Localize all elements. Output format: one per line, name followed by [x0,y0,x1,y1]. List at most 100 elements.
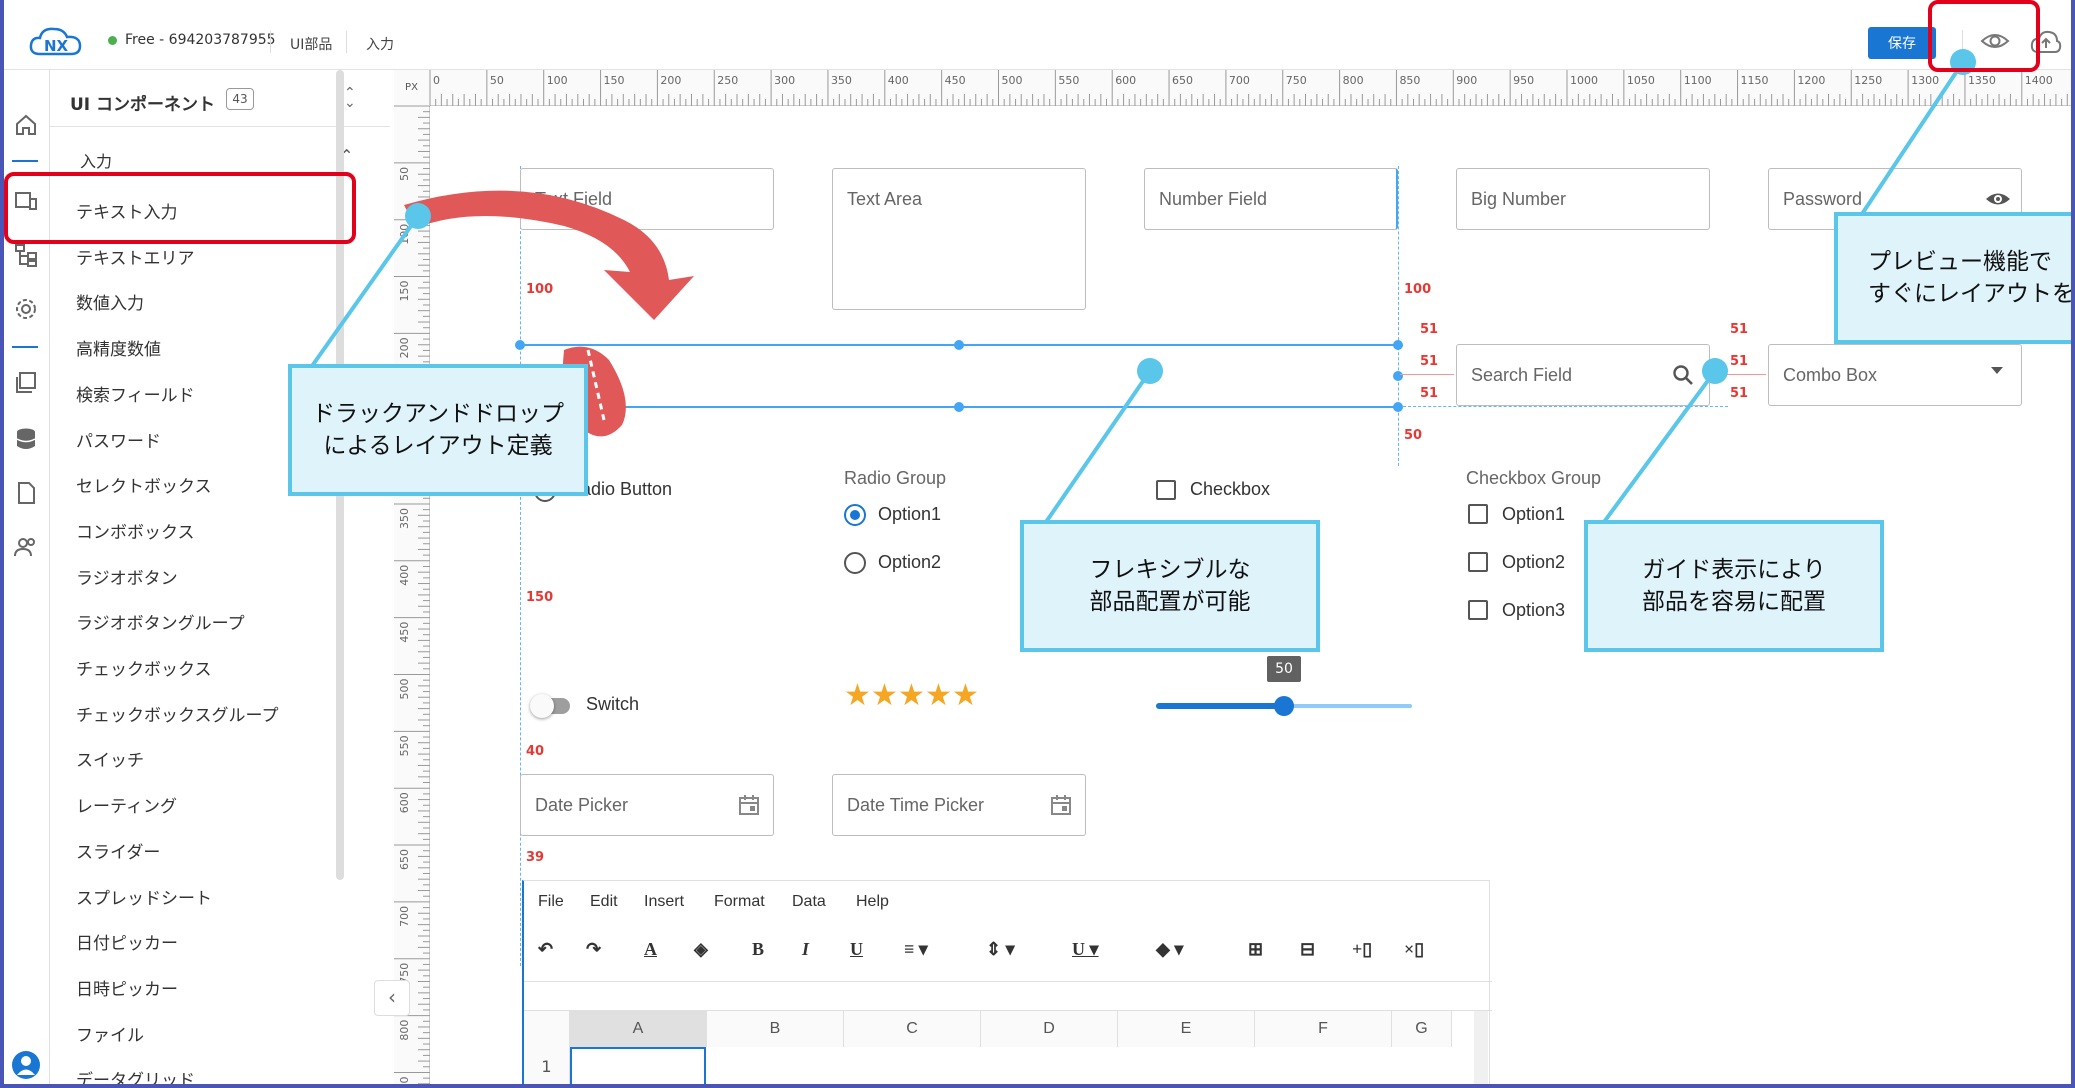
show-password-eye-icon[interactable] [1985,189,2011,209]
dropdown-arrow-icon[interactable] [1991,367,2003,374]
sheet-scrollbar[interactable] [1474,1011,1488,1084]
number-field[interactable]: Number Field [1144,168,1398,230]
radio-option-2[interactable] [844,552,866,574]
checkbox-option-2[interactable] [1468,552,1488,572]
component-item[interactable]: チェックボックスグループ [76,701,278,726]
component-item[interactable]: 日付ピッカー [76,929,178,954]
component-item[interactable]: 数値入力 [76,289,144,314]
vertical-align-icon[interactable]: ⇕ ▾ [986,939,1015,960]
column-header[interactable]: A [570,1011,707,1047]
breadcrumb-ui-parts[interactable]: UI部品 [290,34,332,54]
user-avatar-icon[interactable] [11,1050,41,1080]
component-item[interactable]: スライダー [76,838,160,863]
text-area[interactable]: Text Area [832,168,1086,310]
nx-logo-icon[interactable]: NX [28,24,84,60]
category-input[interactable]: 入力 [80,148,112,172]
select-all-corner[interactable] [524,1011,570,1047]
calendar-icon[interactable] [1049,793,1073,817]
text-color-icon[interactable]: A [644,939,657,960]
undo-icon[interactable]: ↶ [538,939,553,960]
component-item[interactable]: データグリッド [76,1066,195,1084]
redo-icon[interactable]: ↷ [586,939,601,960]
component-item[interactable]: スプレッドシート [76,884,212,909]
star-icon[interactable]: ★ [898,678,925,713]
component-item[interactable]: 高精度数値 [76,335,161,360]
date-picker[interactable]: Date Picker [520,774,774,836]
slider-thumb[interactable] [1274,696,1294,716]
sheet-menu-data[interactable]: Data [792,893,826,911]
calendar-icon[interactable] [737,793,761,817]
home-icon[interactable] [13,112,39,138]
sort-toggle-icon[interactable]: ⌃ ⌄ [344,86,356,110]
checkbox[interactable] [1156,480,1176,500]
spreadsheet[interactable]: File Edit Insert Format Data Help ↶ ↷ A ◈ B I… [522,880,1492,1084]
radio-option-1[interactable] [844,504,866,526]
row-header[interactable]: 1 [524,1047,570,1084]
star-icon[interactable]: ★ [871,678,898,713]
component-item[interactable]: 検索フィールド [76,381,195,406]
component-item[interactable]: チェックボックス [76,655,212,680]
component-item[interactable]: スイッチ [76,746,144,771]
fill-color-icon[interactable]: ◈ [694,939,708,960]
component-item[interactable]: 日時ピッカー [76,975,178,1000]
delete-row-icon[interactable]: ⊟ [1300,939,1315,960]
delete-column-icon[interactable]: ×▯ [1404,939,1424,960]
italic-icon[interactable]: I [802,939,809,960]
big-number-field[interactable]: Big Number [1456,168,1710,230]
checkbox-option-3[interactable] [1468,600,1488,620]
collapse-panel-button[interactable]: ‹ [374,980,410,1016]
resize-handle[interactable] [515,340,525,350]
save-button[interactable]: 保存 [1868,27,1936,59]
column-header[interactable]: F [1255,1011,1392,1047]
resize-handle[interactable] [954,402,964,412]
insert-column-icon[interactable]: +▯ [1352,939,1372,960]
column-header[interactable]: C [844,1011,981,1047]
bold-icon[interactable]: B [752,939,764,960]
component-item[interactable]: テキストエリア [76,244,195,269]
pages-icon[interactable] [13,370,39,396]
resize-handle[interactable] [954,340,964,350]
sheet-menu-edit[interactable]: Edit [590,893,618,911]
resize-handle[interactable] [1393,371,1403,381]
component-item[interactable]: セレクトボックス [76,472,212,497]
switch-thumb[interactable] [530,694,554,718]
rating-stars[interactable]: ★ ★ ★ ★ ★ [844,678,994,714]
sheet-menu-file[interactable]: File [538,893,564,911]
combo-box[interactable]: Combo Box [1768,344,2022,406]
align-icon[interactable]: ≡ ▾ [904,939,928,960]
sheet-menu-insert[interactable]: Insert [644,893,684,911]
tree-icon[interactable] [13,242,39,268]
search-icon[interactable] [1671,363,1695,387]
sheet-menu-format[interactable]: Format [714,893,765,911]
border-icon[interactable]: U ▾ [1072,939,1099,960]
column-header[interactable]: D [981,1011,1118,1047]
column-header[interactable]: G [1392,1011,1452,1047]
column-header[interactable]: E [1118,1011,1255,1047]
formula-bar[interactable] [524,981,1492,1011]
users-icon[interactable] [13,534,39,560]
resize-handle[interactable] [1393,402,1403,412]
date-time-picker[interactable]: Date Time Picker [832,774,1086,836]
component-item[interactable]: レーティング [76,792,177,817]
component-item[interactable]: ラジオボタングループ [76,609,245,634]
star-icon[interactable]: ★ [925,678,952,713]
breadcrumb-input[interactable]: 入力 [366,34,394,54]
sheet-menu-help[interactable]: Help [856,893,889,911]
active-cell[interactable] [570,1047,706,1084]
insert-row-icon[interactable]: ⊞ [1248,939,1263,960]
column-header[interactable]: B [707,1011,844,1047]
resize-handle[interactable] [1393,340,1403,350]
star-icon[interactable]: ★ [952,678,979,713]
slider[interactable]: 50 [1156,656,1412,716]
star-icon[interactable]: ★ [844,678,871,713]
document-icon[interactable] [13,480,39,506]
search-field[interactable]: Search Field [1456,344,1710,406]
component-item[interactable]: ファイル [76,1021,144,1046]
eraser-icon[interactable]: ◆ ▾ [1156,939,1183,960]
underline-icon[interactable]: U [850,939,863,960]
text-field[interactable]: Text Field [520,168,774,230]
database-icon[interactable] [13,426,39,452]
component-item[interactable]: パスワード [76,427,161,452]
component-item[interactable]: コンボボックス [76,518,195,543]
component-item[interactable]: ラジオボタン [76,564,178,589]
